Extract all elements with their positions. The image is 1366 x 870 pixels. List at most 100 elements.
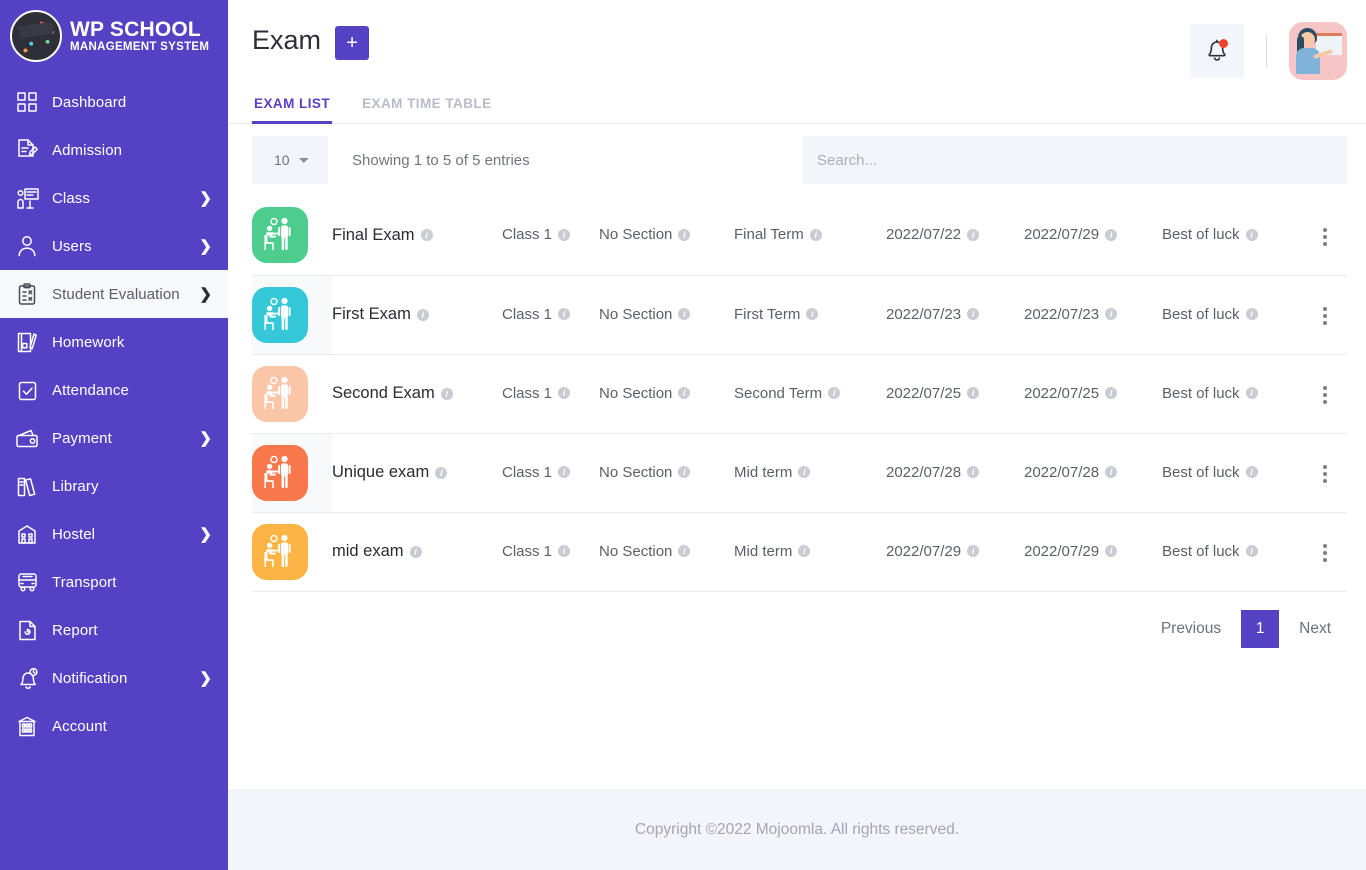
pagination-next[interactable]: Next	[1283, 610, 1347, 648]
exam-class-info-icon[interactable]: i	[558, 466, 571, 478]
exam-term-cell: Final Term i	[734, 196, 886, 275]
exam-section: No Section	[599, 305, 673, 323]
exam-term-info-icon[interactable]: i	[806, 308, 819, 320]
sidebar-item-attendance[interactable]: Attendance	[0, 366, 228, 414]
sidebar-item-payment[interactable]: Payment ❯	[0, 414, 228, 462]
exam-start-date-info-icon[interactable]: i	[967, 308, 980, 320]
exam-end-date-cell: 2022/07/28 i	[1024, 433, 1162, 512]
sidebar-item-hostel[interactable]: Hostel ❯	[0, 510, 228, 558]
exam-class-info-icon[interactable]: i	[558, 545, 571, 557]
exam-start-date-info-icon[interactable]: i	[967, 545, 980, 557]
exam-section-info-icon[interactable]: i	[678, 387, 691, 399]
sidebar-item-notification[interactable]: Notification ❯	[0, 654, 228, 702]
exam-name-info-icon[interactable]: i	[440, 387, 453, 400]
brand-logo-block[interactable]: WP SCHOOL MANAGEMENT SYSTEM	[0, 0, 228, 72]
row-actions-cell	[1302, 275, 1347, 354]
exam-start-date-info-icon[interactable]: i	[967, 387, 980, 399]
page-length-select[interactable]: 102550100	[252, 136, 328, 184]
table-row: Second Exam i Class 1 i No Section i Second…	[252, 354, 1347, 433]
exam-end-date: 2022/07/25	[1024, 384, 1100, 402]
sidebar-item-transport[interactable]: Transport	[0, 558, 228, 606]
exam-note-info-icon[interactable]: i	[1245, 545, 1258, 557]
exam-section: No Section	[599, 384, 673, 402]
exam-section-info-icon[interactable]: i	[678, 308, 691, 320]
row-actions-cell	[1302, 512, 1347, 591]
pagination-previous[interactable]: Previous	[1145, 610, 1237, 648]
tab-exam-time-table[interactable]: EXAM TIME TABLE	[360, 96, 494, 124]
row-actions-menu-icon[interactable]	[1317, 459, 1333, 489]
sidebar-item-student-evaluation[interactable]: Student Evaluation ❯	[0, 270, 228, 318]
row-actions-cell	[1302, 433, 1347, 512]
sidebar-item-label: Notification	[52, 669, 128, 687]
exam-term-cell: Second Term i	[734, 354, 886, 433]
exam-end-date-info-icon[interactable]: i	[1105, 545, 1118, 557]
sidebar-item-admission[interactable]: Admission	[0, 126, 228, 174]
exam-class: Class 1	[502, 384, 553, 402]
exam-start-date: 2022/07/25	[886, 384, 962, 402]
row-icon-cell	[252, 512, 332, 591]
exam-name-info-icon[interactable]: i	[420, 229, 433, 242]
exam-term-info-icon[interactable]: i	[798, 466, 811, 478]
row-actions-menu-icon[interactable]	[1317, 380, 1333, 410]
tab-exam-list[interactable]: EXAM LIST	[252, 96, 333, 124]
brand-title: WP SCHOOL	[70, 17, 201, 41]
exam-end-date: 2022/07/29	[1024, 226, 1100, 244]
sidebar-nav: Dashboard Admission Class ❯ Users ❯ Student Ev…	[0, 72, 228, 750]
exam-end-date-info-icon[interactable]: i	[1105, 308, 1118, 320]
exam-note-info-icon[interactable]: i	[1245, 466, 1258, 478]
exam-start-date-info-icon[interactable]: i	[967, 466, 980, 478]
sidebar-item-users[interactable]: Users ❯	[0, 222, 228, 270]
sidebar-item-label: Account	[52, 717, 107, 735]
exam-term: Final Term	[734, 226, 804, 244]
exam-name-info-icon[interactable]: i	[416, 308, 429, 321]
exam-name: mid exam	[332, 542, 404, 560]
exam-class: Class 1	[502, 226, 553, 244]
sidebar-item-dashboard[interactable]: Dashboard	[0, 78, 228, 126]
exam-start-date-info-icon[interactable]: i	[967, 228, 980, 241]
exam-term: Mid term	[734, 463, 793, 481]
exam-note-info-icon[interactable]: i	[1245, 228, 1258, 241]
main-area: Exam + EXAM LIST EXAM TIME TABLE 10 Show…	[228, 0, 1366, 870]
sidebar-item-report[interactable]: Report	[0, 606, 228, 654]
notification-bell-button[interactable]	[1190, 24, 1244, 78]
exam-class-info-icon[interactable]: i	[558, 228, 571, 241]
row-actions-menu-icon[interactable]	[1317, 222, 1333, 252]
exam-section-info-icon[interactable]: i	[678, 466, 691, 478]
exam-note: Best of luck	[1162, 463, 1240, 481]
sidebar-item-class[interactable]: Class ❯	[0, 174, 228, 222]
row-actions-menu-icon[interactable]	[1317, 538, 1333, 568]
exam-term-info-icon[interactable]: i	[828, 387, 841, 399]
search-input[interactable]	[803, 136, 1347, 184]
chevron-right-icon: ❯	[199, 669, 212, 687]
sidebar-item-account[interactable]: Account	[0, 702, 228, 750]
exam-section-info-icon[interactable]: i	[678, 545, 691, 557]
exam-section-info-icon[interactable]: i	[678, 228, 691, 241]
exam-class-info-icon[interactable]: i	[558, 308, 571, 320]
exam-name: First Exam	[332, 305, 411, 323]
row-actions-menu-icon[interactable]	[1317, 301, 1333, 331]
exam-end-date-info-icon[interactable]: i	[1105, 466, 1118, 478]
exam-name-info-icon[interactable]: i	[435, 466, 448, 479]
books-icon	[14, 473, 40, 499]
exam-name-cell: Final Exam i	[332, 196, 502, 275]
avatar[interactable]	[1289, 22, 1347, 80]
exam-term: First Term	[734, 305, 801, 323]
exam-note-info-icon[interactable]: i	[1245, 387, 1258, 399]
checkbox-icon	[14, 377, 40, 403]
exam-note: Best of luck	[1162, 305, 1240, 323]
exam-note-info-icon[interactable]: i	[1245, 308, 1258, 320]
sidebar-item-homework[interactable]: Homework	[0, 318, 228, 366]
pagination-page-1[interactable]: 1	[1241, 609, 1280, 648]
exam-end-date-info-icon[interactable]: i	[1105, 228, 1118, 241]
exam-start-date-cell: 2022/07/29 i	[886, 512, 1024, 591]
sidebar-item-library[interactable]: Library	[0, 462, 228, 510]
exam-name-info-icon[interactable]: i	[409, 545, 422, 558]
topbar-divider	[1266, 34, 1267, 68]
add-exam-button[interactable]: +	[335, 26, 370, 60]
exam-end-date-info-icon[interactable]: i	[1105, 387, 1118, 399]
exam-term-info-icon[interactable]: i	[809, 228, 822, 241]
row-icon-cell	[252, 196, 332, 275]
exam-term-info-icon[interactable]: i	[798, 545, 811, 557]
brand-subtitle: MANAGEMENT SYSTEM	[70, 41, 210, 54]
exam-class-info-icon[interactable]: i	[558, 387, 571, 399]
